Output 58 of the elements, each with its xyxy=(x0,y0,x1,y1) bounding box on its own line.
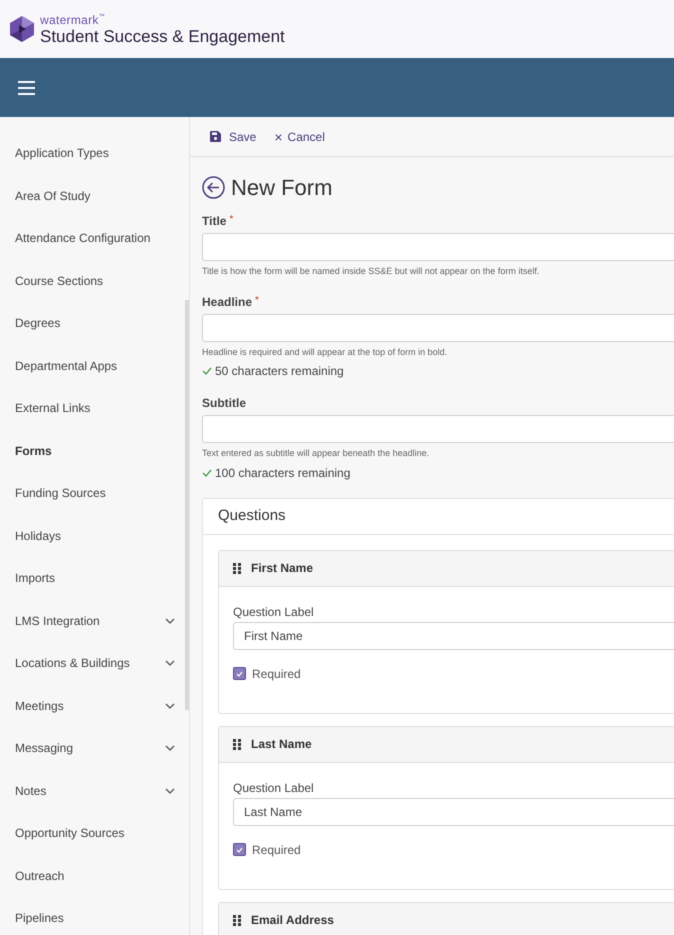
characters-remaining: 50 characters remaining xyxy=(215,363,344,380)
sidebar-item[interactable]: Outreach xyxy=(0,854,189,897)
field-label: Title xyxy=(202,213,226,230)
sidebar-item[interactable]: Meetings xyxy=(0,684,189,727)
save-button[interactable]: Save xyxy=(210,128,256,146)
question-label: Question Label xyxy=(233,780,315,796)
characters-remaining: 100 characters remaining xyxy=(215,464,350,482)
logo-icon xyxy=(10,16,34,42)
question-label-field[interactable]: First Name xyxy=(233,622,674,650)
checkmark-icon xyxy=(202,367,212,375)
question-label-field[interactable]: Last Name xyxy=(233,798,674,826)
field-hint: Title is how the form will be named inside SS&E but will not appear on the form itself. xyxy=(202,265,540,278)
sidebar-item[interactable]: Pipelines xyxy=(0,897,189,935)
field-label: Subtitle xyxy=(202,395,246,412)
sidebar-item[interactable]: Locations & Buildings xyxy=(0,642,189,684)
checkmark-icon xyxy=(202,468,212,476)
menu-button[interactable] xyxy=(18,80,35,94)
brand-company: watermark xyxy=(40,14,99,26)
field-hint: Text entered as subtitle will appear beneath the headline. xyxy=(202,447,430,460)
sidebar-item[interactable]: LMS Integration xyxy=(0,600,189,642)
panel-title: Questions xyxy=(218,506,286,526)
text-field[interactable] xyxy=(202,233,674,261)
sidebar-item[interactable]: Imports xyxy=(0,557,189,600)
checkbox-label: Required xyxy=(252,842,301,858)
question-heading: First Name xyxy=(251,560,314,577)
sidebar-item[interactable]: Departmental Apps xyxy=(0,344,189,387)
required-checkbox[interactable] xyxy=(233,843,246,856)
question-heading: Email Address xyxy=(251,912,334,929)
sidebar-item[interactable]: Degrees xyxy=(0,302,189,344)
checkmark-icon xyxy=(236,846,243,852)
sidebar-item[interactable]: Forms xyxy=(0,430,189,472)
sidebar-item[interactable]: Attendance Configuration xyxy=(0,217,189,260)
sidebar-item[interactable]: Messaging xyxy=(0,727,189,770)
cancel-button[interactable]: × Cancel xyxy=(274,128,325,146)
sidebar-item[interactable]: Notes xyxy=(0,770,189,812)
drag-handle-icon[interactable] xyxy=(233,914,241,926)
sidebar-item[interactable]: Holidays xyxy=(0,514,189,557)
field-hint: Headline is required and will appear at the top of form in bold. xyxy=(202,346,448,359)
product-name: Student Success & Engagement xyxy=(40,28,285,44)
sidebar-item[interactable]: Area Of Study xyxy=(0,174,189,217)
checkmark-icon xyxy=(236,670,243,676)
checkbox-label: Required xyxy=(252,666,301,682)
sidebar-item[interactable]: Course Sections xyxy=(0,260,189,302)
question-heading: Last Name xyxy=(251,736,312,753)
sidebar-item[interactable]: Application Types xyxy=(0,132,189,174)
required-checkbox[interactable] xyxy=(233,667,246,680)
field-label: Headline xyxy=(202,294,252,310)
sidebar-item[interactable]: Opportunity Sources xyxy=(0,812,189,854)
sidebar-item[interactable]: Funding Sources xyxy=(0,472,189,514)
required-mark: * xyxy=(255,294,259,308)
page-title: New Form xyxy=(231,174,332,202)
drag-handle-icon[interactable] xyxy=(233,562,241,574)
drag-handle-icon[interactable] xyxy=(233,738,241,750)
text-field[interactable] xyxy=(202,415,674,443)
required-mark: * xyxy=(229,213,234,227)
question-label: Question Label xyxy=(233,604,315,620)
text-field[interactable] xyxy=(202,314,674,342)
sidebar-item[interactable]: External Links xyxy=(0,387,189,430)
